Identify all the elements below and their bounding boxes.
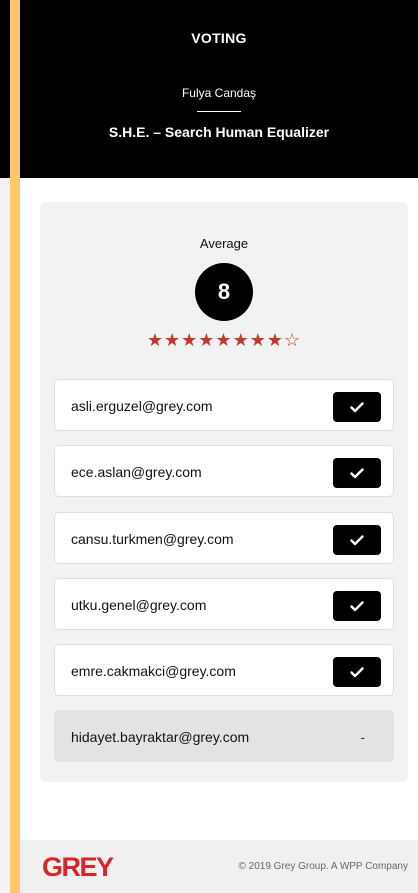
voter-row: asli.erguzel@grey.com <box>54 379 394 431</box>
average-label: Average <box>199 236 249 251</box>
star-empty-icon: ☆ <box>283 330 302 350</box>
voter-row-pending: hidayet.bayraktar@grey.com - <box>54 710 394 762</box>
vote-check-button[interactable] <box>333 525 381 555</box>
check-icon <box>350 666 364 677</box>
voting-card: Average 8 ★★★★★★★★☆ asli.erguzel@grey.co… <box>40 202 408 782</box>
star-filled-icon: ★ <box>266 330 284 350</box>
grey-logo: GREY <box>42 852 114 882</box>
star-filled-icon: ★ <box>249 330 267 350</box>
vote-check-button[interactable] <box>333 392 381 422</box>
vote-check-button[interactable] <box>333 657 381 687</box>
check-icon <box>350 467 364 478</box>
voter-email: asli.erguzel@grey.com <box>71 398 213 414</box>
average-score-badge: 8 <box>195 263 253 321</box>
voter-row: ece.aslan@grey.com <box>54 445 394 497</box>
header-divider <box>197 111 241 112</box>
vote-check-button[interactable] <box>333 591 381 621</box>
voter-email: hidayet.bayraktar@grey.com <box>71 729 250 745</box>
star-filled-icon: ★ <box>164 330 182 350</box>
vote-check-button[interactable] <box>333 458 381 488</box>
voter-email: emre.cakmakci@grey.com <box>71 663 236 679</box>
voter-row: emre.cakmakci@grey.com <box>54 644 394 696</box>
copyright-text: © 2019 Grey Group. A WPP Company <box>238 861 409 872</box>
star-filled-icon: ★ <box>232 330 250 350</box>
page-header: VOTING Fulya Candaş S.H.E. – Search Huma… <box>20 0 418 178</box>
check-icon <box>350 534 364 545</box>
average-score: 8 <box>217 279 231 304</box>
voter-row: utku.genel@grey.com <box>54 578 394 630</box>
star-filled-icon: ★ <box>181 330 199 350</box>
left-edge-header-part <box>0 0 10 178</box>
voter-email: cansu.turkmen@grey.com <box>71 531 234 547</box>
page-title: VOTING <box>191 30 247 46</box>
left-edge-strip <box>0 0 10 893</box>
voter-row: cansu.turkmen@grey.com <box>54 512 394 564</box>
project-title: S.H.E. – Search Human Equalizer <box>108 124 330 140</box>
star-filled-icon: ★ <box>215 330 233 350</box>
star-rating: ★★★★★★★★☆ <box>40 329 408 351</box>
check-icon <box>350 600 364 611</box>
star-filled-icon: ★ <box>198 330 216 350</box>
accent-bar <box>10 0 20 893</box>
star-filled-icon: ★ <box>146 330 164 350</box>
person-name: Fulya Candaş <box>181 86 257 100</box>
page-footer: GREY © 2019 Grey Group. A WPP Company <box>20 840 418 893</box>
vote-pending-indicator: - <box>360 729 365 745</box>
check-icon <box>350 401 364 412</box>
voter-email: utku.genel@grey.com <box>71 597 207 613</box>
voter-email: ece.aslan@grey.com <box>71 464 202 480</box>
